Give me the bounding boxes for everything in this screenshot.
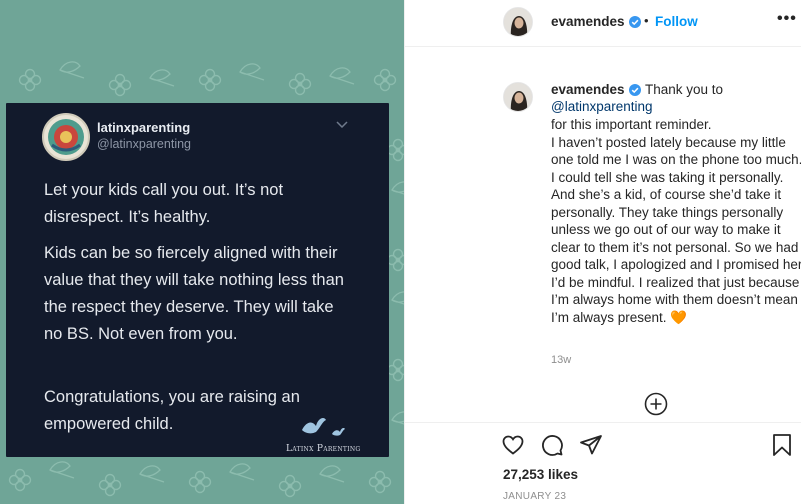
post-author-username[interactable]: evamendes (551, 14, 641, 29)
follow-button[interactable]: Follow (655, 14, 698, 29)
birds-icon (302, 418, 345, 436)
tweet-avatar (42, 113, 90, 161)
caption-username[interactable]: evamendes (551, 82, 641, 97)
tweet-paragraph-1: Let your kids call you out. It’s not dis… (44, 181, 284, 226)
share-icon[interactable] (579, 433, 603, 457)
caption-opening-text: Thank you to (645, 82, 724, 97)
tweet-paragraph-3: Congratulations, you are raising an empo… (44, 388, 300, 433)
chevron-down-icon (336, 121, 348, 129)
post-date[interactable]: JANUARY 23 (503, 491, 566, 502)
caption-mention-link[interactable]: @latinxparenting (551, 99, 653, 114)
bookmark-icon[interactable] (771, 433, 793, 457)
post-image[interactable]: latinxparenting @latinxparenting Let you… (0, 0, 404, 504)
comment-icon[interactable] (540, 433, 564, 457)
verified-icon (628, 16, 641, 28)
heart-icon[interactable] (501, 433, 525, 457)
post-actions-bar: 27,253 likes JANUARY 23 (405, 422, 801, 504)
username-text[interactable]: evamendes (551, 14, 625, 29)
post-details-panel: evamendes • Follow ••• evamendes Thank y… (404, 0, 801, 504)
caption-avatar[interactable] (503, 82, 533, 112)
likes-count[interactable]: 27,253 likes (503, 467, 578, 482)
post-header: evamendes • Follow ••• (405, 0, 801, 47)
avatar[interactable] (503, 7, 533, 37)
tweet-handle: @latinxparenting (97, 137, 191, 151)
caption-timestamp[interactable]: 13w (551, 354, 571, 366)
tweet-display-name: latinxparenting (97, 120, 191, 135)
caption-username-text[interactable]: evamendes (551, 82, 625, 97)
latinx-parenting-watermark: Latinx Parenting (286, 444, 361, 454)
more-options-icon[interactable]: ••• (777, 10, 797, 28)
separator-dot: • (644, 13, 649, 28)
plus-circle-icon[interactable] (644, 392, 668, 416)
verified-icon (628, 84, 641, 96)
tweet-paragraph-2: Kids can be so fiercely aligned with the… (44, 244, 344, 343)
caption-body: for this important reminder. I haven’t p… (551, 117, 801, 325)
